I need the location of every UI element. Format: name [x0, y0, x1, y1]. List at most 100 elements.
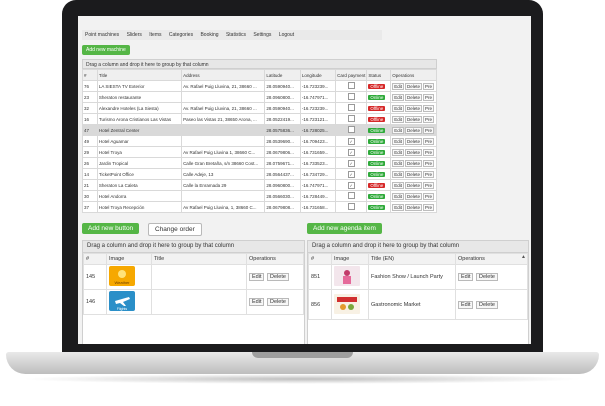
table-row[interactable]: 29 Hotel Troya Av Rafael Puig Lluvina 1, 3…	[82, 146, 437, 158]
preview-button[interactable]: Pre	[422, 181, 434, 189]
add-machine-button[interactable]: Add new machine	[82, 45, 130, 55]
buttons-col-title[interactable]: Title	[151, 253, 247, 265]
preview-button[interactable]: Pre	[422, 159, 434, 167]
delete-button[interactable]: Delete	[404, 104, 422, 112]
row-image	[331, 289, 369, 320]
edit-button[interactable]: Edit	[392, 115, 404, 123]
edit-button[interactable]: Edit	[458, 273, 474, 281]
edit-button[interactable]: Edit	[392, 192, 404, 200]
preview-button[interactable]: Pre	[422, 148, 434, 156]
delete-button[interactable]: Delete	[476, 273, 498, 281]
edit-button[interactable]: Edit	[392, 104, 404, 112]
status-badge: Online	[368, 171, 386, 177]
col-longitude[interactable]: Longitude	[299, 69, 337, 81]
nav-booking[interactable]: Booking	[197, 30, 221, 40]
card-payment-checkbox[interactable]	[347, 82, 355, 89]
preview-button[interactable]: Pre	[422, 203, 434, 211]
delete-button[interactable]: Delete	[267, 298, 289, 306]
edit-button[interactable]: Edit	[392, 181, 404, 189]
table-row[interactable]: 47 Hotel Zentral Center 28.0575836... -16.7…	[82, 124, 437, 136]
card-payment-checkbox[interactable]	[347, 126, 355, 133]
col-address[interactable]: Address	[181, 69, 266, 81]
table-row[interactable]: 23 Sheraton restaurante 28.0960800... -16.7…	[82, 91, 437, 103]
delete-button[interactable]: Delete	[404, 159, 422, 167]
preview-button[interactable]: Pre	[422, 192, 434, 200]
col-id[interactable]: #	[82, 69, 98, 81]
edit-button[interactable]: Edit	[249, 273, 265, 281]
edit-button[interactable]: Edit	[249, 298, 265, 306]
scroll-up-icon[interactable]: ▲	[521, 254, 526, 260]
table-row[interactable]: 21 Sheraton La Caleta Calle la Enramada 29…	[82, 179, 437, 191]
delete-button[interactable]: Delete	[404, 126, 422, 134]
agenda-col-image[interactable]: Image	[331, 253, 369, 265]
nav-categories[interactable]: Categories	[166, 30, 196, 40]
nav-statistics[interactable]: Statistics	[223, 30, 249, 40]
preview-button[interactable]: Pre	[422, 126, 434, 134]
edit-button[interactable]: Edit	[392, 148, 404, 156]
delete-button[interactable]: Delete	[404, 203, 422, 211]
edit-button[interactable]: Edit	[392, 203, 404, 211]
table-row[interactable]: 16 Turismo Arona Cristianos Las Vistas Pas…	[82, 113, 437, 125]
preview-button[interactable]: Pre	[422, 137, 434, 145]
delete-button[interactable]: Delete	[404, 82, 422, 90]
edit-button[interactable]: Edit	[392, 93, 404, 101]
table-row[interactable]: 49 Hotel Aguamar 28.0539690... -16.709423..…	[82, 135, 437, 147]
agenda-col-title[interactable]: Title (EN)	[368, 253, 456, 265]
nav-settings[interactable]: Settings	[250, 30, 274, 40]
edit-button[interactable]: Edit	[392, 170, 404, 178]
card-payment-checkbox[interactable]	[347, 115, 355, 122]
delete-button[interactable]: Delete	[404, 137, 422, 145]
nav-items[interactable]: Items	[146, 30, 164, 40]
edit-button[interactable]: Edit	[392, 137, 404, 145]
card-payment-checkbox[interactable]	[347, 203, 355, 210]
preview-button[interactable]: Pre	[422, 82, 434, 90]
card-payment-checkbox[interactable]: ✓	[347, 170, 355, 178]
nav-logout[interactable]: Logout	[276, 30, 297, 40]
card-payment-checkbox[interactable]: ✓	[347, 159, 355, 167]
delete-button[interactable]: Delete	[404, 148, 422, 156]
change-order-button[interactable]: Change order	[148, 223, 202, 236]
edit-button[interactable]: Edit	[392, 82, 404, 90]
preview-button[interactable]: Pre	[422, 170, 434, 178]
table-row[interactable]: 26 Jardin Tropical Calle Gran Bretaña, s/n…	[82, 157, 437, 169]
card-payment-checkbox[interactable]: ✓	[347, 181, 355, 189]
nav-point-machines[interactable]: Point machines	[82, 30, 122, 40]
edit-button[interactable]: Edit	[458, 300, 474, 309]
card-payment-checkbox[interactable]	[347, 192, 355, 199]
agenda-col-operations[interactable]: Operations	[455, 253, 528, 265]
preview-button[interactable]: Pre	[422, 93, 434, 101]
card-payment-checkbox[interactable]: ✓	[347, 148, 355, 156]
table-row[interactable]: 30 Hotel Andorra 28.0566030... -16.728449..…	[82, 190, 437, 202]
delete-button[interactable]: Delete	[404, 93, 422, 101]
col-latitude[interactable]: Latitude	[264, 69, 301, 81]
agenda-col-id[interactable]: #	[308, 253, 332, 265]
edit-button[interactable]: Edit	[392, 159, 404, 167]
delete-button[interactable]: Delete	[267, 273, 289, 281]
col-title[interactable]: Title	[96, 69, 183, 81]
delete-button[interactable]: Delete	[404, 192, 422, 200]
col-operations[interactable]: Operations	[390, 69, 437, 81]
edit-button[interactable]: Edit	[392, 126, 404, 134]
card-payment-checkbox[interactable]	[347, 93, 355, 100]
delete-button[interactable]: Delete	[476, 300, 498, 309]
buttons-col-operations[interactable]: Operations	[246, 253, 304, 265]
buttons-col-image[interactable]: Image	[106, 253, 152, 265]
card-payment-checkbox[interactable]: ✓	[347, 137, 355, 145]
card-payment-checkbox[interactable]	[347, 104, 355, 111]
table-row[interactable]: 32 Alexandre Hoteles (La Siesta) Av. Rafae…	[82, 102, 437, 114]
nav-sliders[interactable]: Sliders	[124, 30, 145, 40]
buttons-col-id[interactable]: #	[83, 253, 107, 265]
preview-button[interactable]: Pre	[422, 115, 434, 123]
col-card-payment[interactable]: Card payment	[335, 69, 368, 81]
add-button-button[interactable]: Add new button	[82, 223, 140, 234]
add-agenda-item-button[interactable]: Add new agenda item	[307, 223, 382, 234]
table-row[interactable]: 14 TicketPoint Office Calle Adeje, 13 28.05…	[82, 168, 437, 180]
delete-button[interactable]: Delete	[404, 181, 422, 189]
table-row[interactable]: 76 LA SIESTA TV Exterior Av. Rafael Puig L…	[82, 80, 437, 92]
table-row[interactable]: 37 Hotel Troya Recepción Av Rafael Puig Ll…	[82, 201, 437, 213]
delete-button[interactable]: Delete	[404, 170, 422, 178]
preview-button[interactable]: Pre	[422, 104, 434, 112]
col-status[interactable]: Status	[366, 69, 392, 81]
cell-latitude: 28.0590940...	[264, 80, 301, 92]
delete-button[interactable]: Delete	[404, 115, 422, 123]
